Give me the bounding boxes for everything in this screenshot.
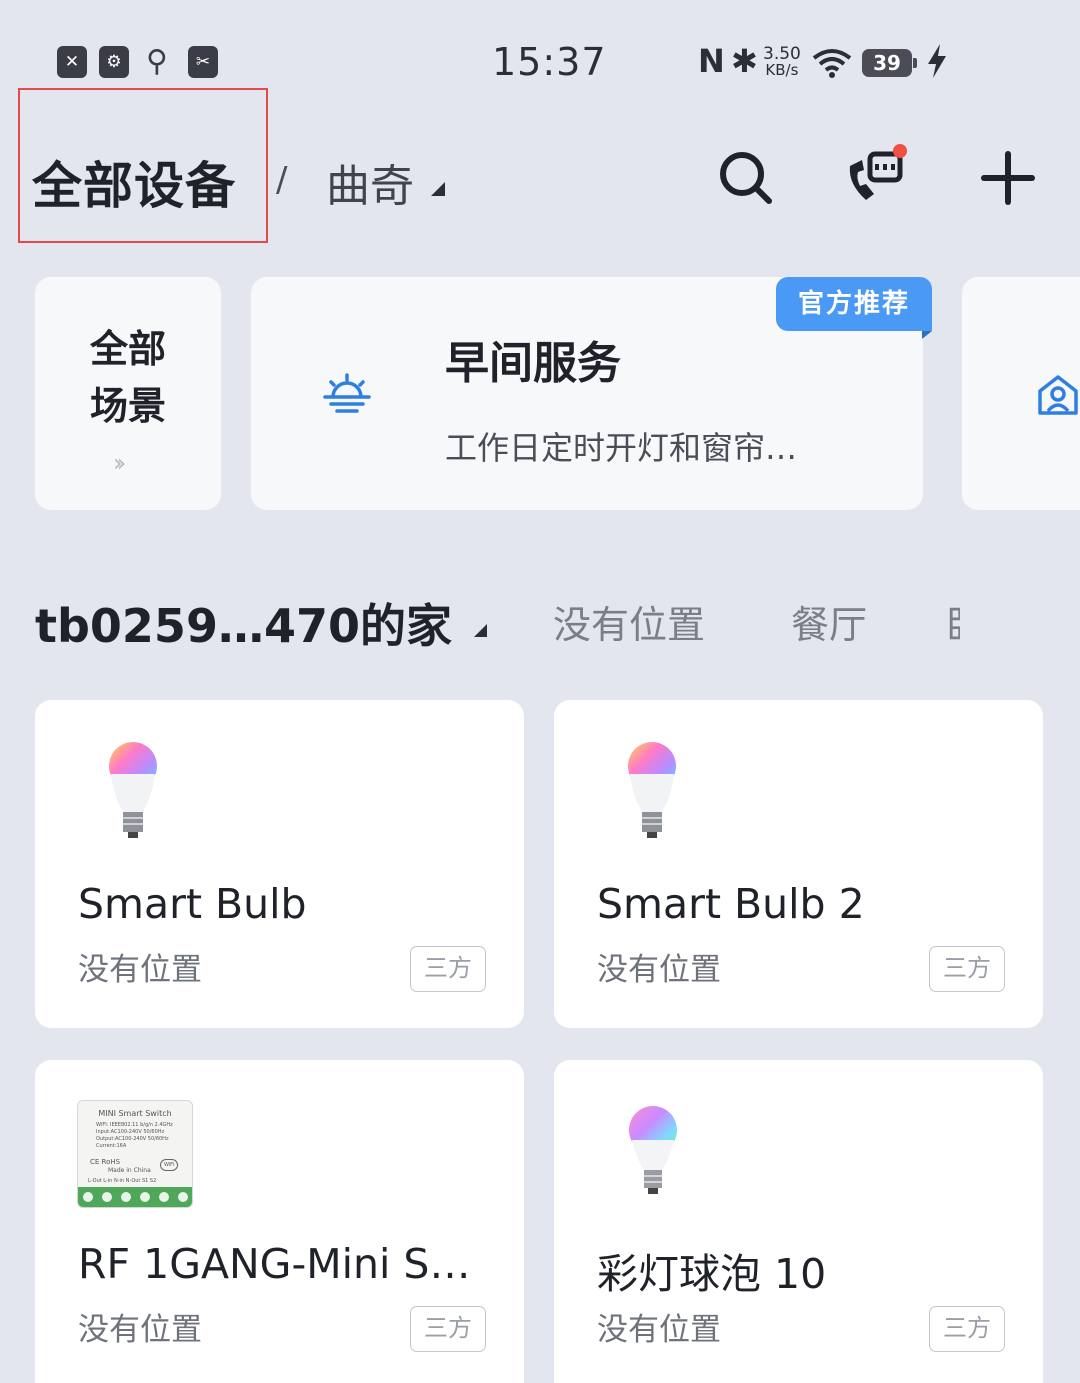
morning-scene-title: 早间服务	[445, 338, 621, 389]
device-location: 没有位置	[78, 952, 202, 988]
morning-scene-description: 工作日定时开灯和窗帘…	[445, 429, 798, 467]
search-icon[interactable]	[716, 148, 776, 208]
bulb-image	[109, 742, 157, 838]
title-separator: /	[276, 160, 288, 200]
home-selector[interactable]: tb0259…470的家	[35, 590, 452, 656]
bulb-image	[629, 1106, 677, 1194]
sunrise-icon	[323, 373, 371, 413]
voice-call-icon[interactable]	[844, 148, 904, 208]
room-tab-bedroom[interactable]: 卧	[946, 594, 960, 649]
badge-fold-corner	[922, 331, 932, 339]
all-scenes-label: 全部 场景	[89, 327, 166, 428]
charging-icon	[928, 44, 946, 78]
room-tab-dining[interactable]: 餐厅	[791, 594, 867, 649]
notification-dot	[893, 144, 907, 158]
usb-settings-icon: ⚙	[99, 46, 129, 78]
home-switcher-caret-icon[interactable]	[431, 182, 445, 196]
device-location: 没有位置	[597, 952, 721, 988]
room-tab-no-location[interactable]: 没有位置	[553, 594, 705, 649]
bulb-image	[628, 742, 676, 838]
home-switcher[interactable]: 曲奇	[326, 150, 414, 214]
device-name: 彩灯球泡 10	[597, 1250, 827, 1298]
add-icon[interactable]	[978, 148, 1038, 208]
third-party-tag: 三方	[929, 946, 1005, 992]
third-party-tag: 三方	[410, 946, 486, 992]
scene-card-partial[interactable]	[962, 277, 1080, 510]
all-scenes-card[interactable]: 全部 场景 ››	[35, 277, 221, 510]
double-chevron-icon: ››	[113, 449, 126, 477]
official-recommend-badge: 官方推荐	[776, 277, 932, 331]
nfc-icon: N	[698, 42, 725, 80]
device-card[interactable]: Smart Bulb 2 没有位置 三方	[554, 700, 1043, 1028]
device-location: 没有位置	[597, 1312, 721, 1348]
third-party-tag: 三方	[410, 1306, 486, 1352]
room-tab-partial-clip: 卧	[946, 594, 960, 649]
device-location: 没有位置	[78, 1312, 202, 1348]
home-user-icon	[1038, 375, 1078, 415]
device-card[interactable]: Smart Bulb 没有位置 三方	[35, 700, 524, 1028]
device-name: RF 1GANG-Mini S…	[78, 1240, 471, 1288]
sim-off-icon: ✕	[57, 46, 87, 78]
mini-switch-image: MINI Smart Switch WIFI: IEEE802.11 b/g/n…	[77, 1100, 193, 1208]
usb-icon: ⚲	[146, 44, 168, 79]
bluetooth-icon: ✱	[731, 42, 758, 80]
battery-indicator: 39	[862, 49, 917, 77]
wifi-icon	[812, 49, 852, 78]
highlight-annotation	[18, 88, 268, 243]
third-party-tag: 三方	[929, 1306, 1005, 1352]
screenshot-icon: ✂	[188, 46, 218, 78]
device-name: Smart Bulb 2	[597, 880, 865, 928]
clock: 15:37	[492, 40, 607, 84]
home-selector-caret-icon[interactable]	[474, 624, 487, 637]
device-card[interactable]: MINI Smart Switch WIFI: IEEE802.11 b/g/n…	[35, 1060, 524, 1383]
device-card[interactable]: 彩灯球泡 10 没有位置 三方	[554, 1060, 1043, 1383]
network-speed: 3.50 KB/s	[763, 44, 801, 79]
device-name: Smart Bulb	[78, 880, 307, 928]
